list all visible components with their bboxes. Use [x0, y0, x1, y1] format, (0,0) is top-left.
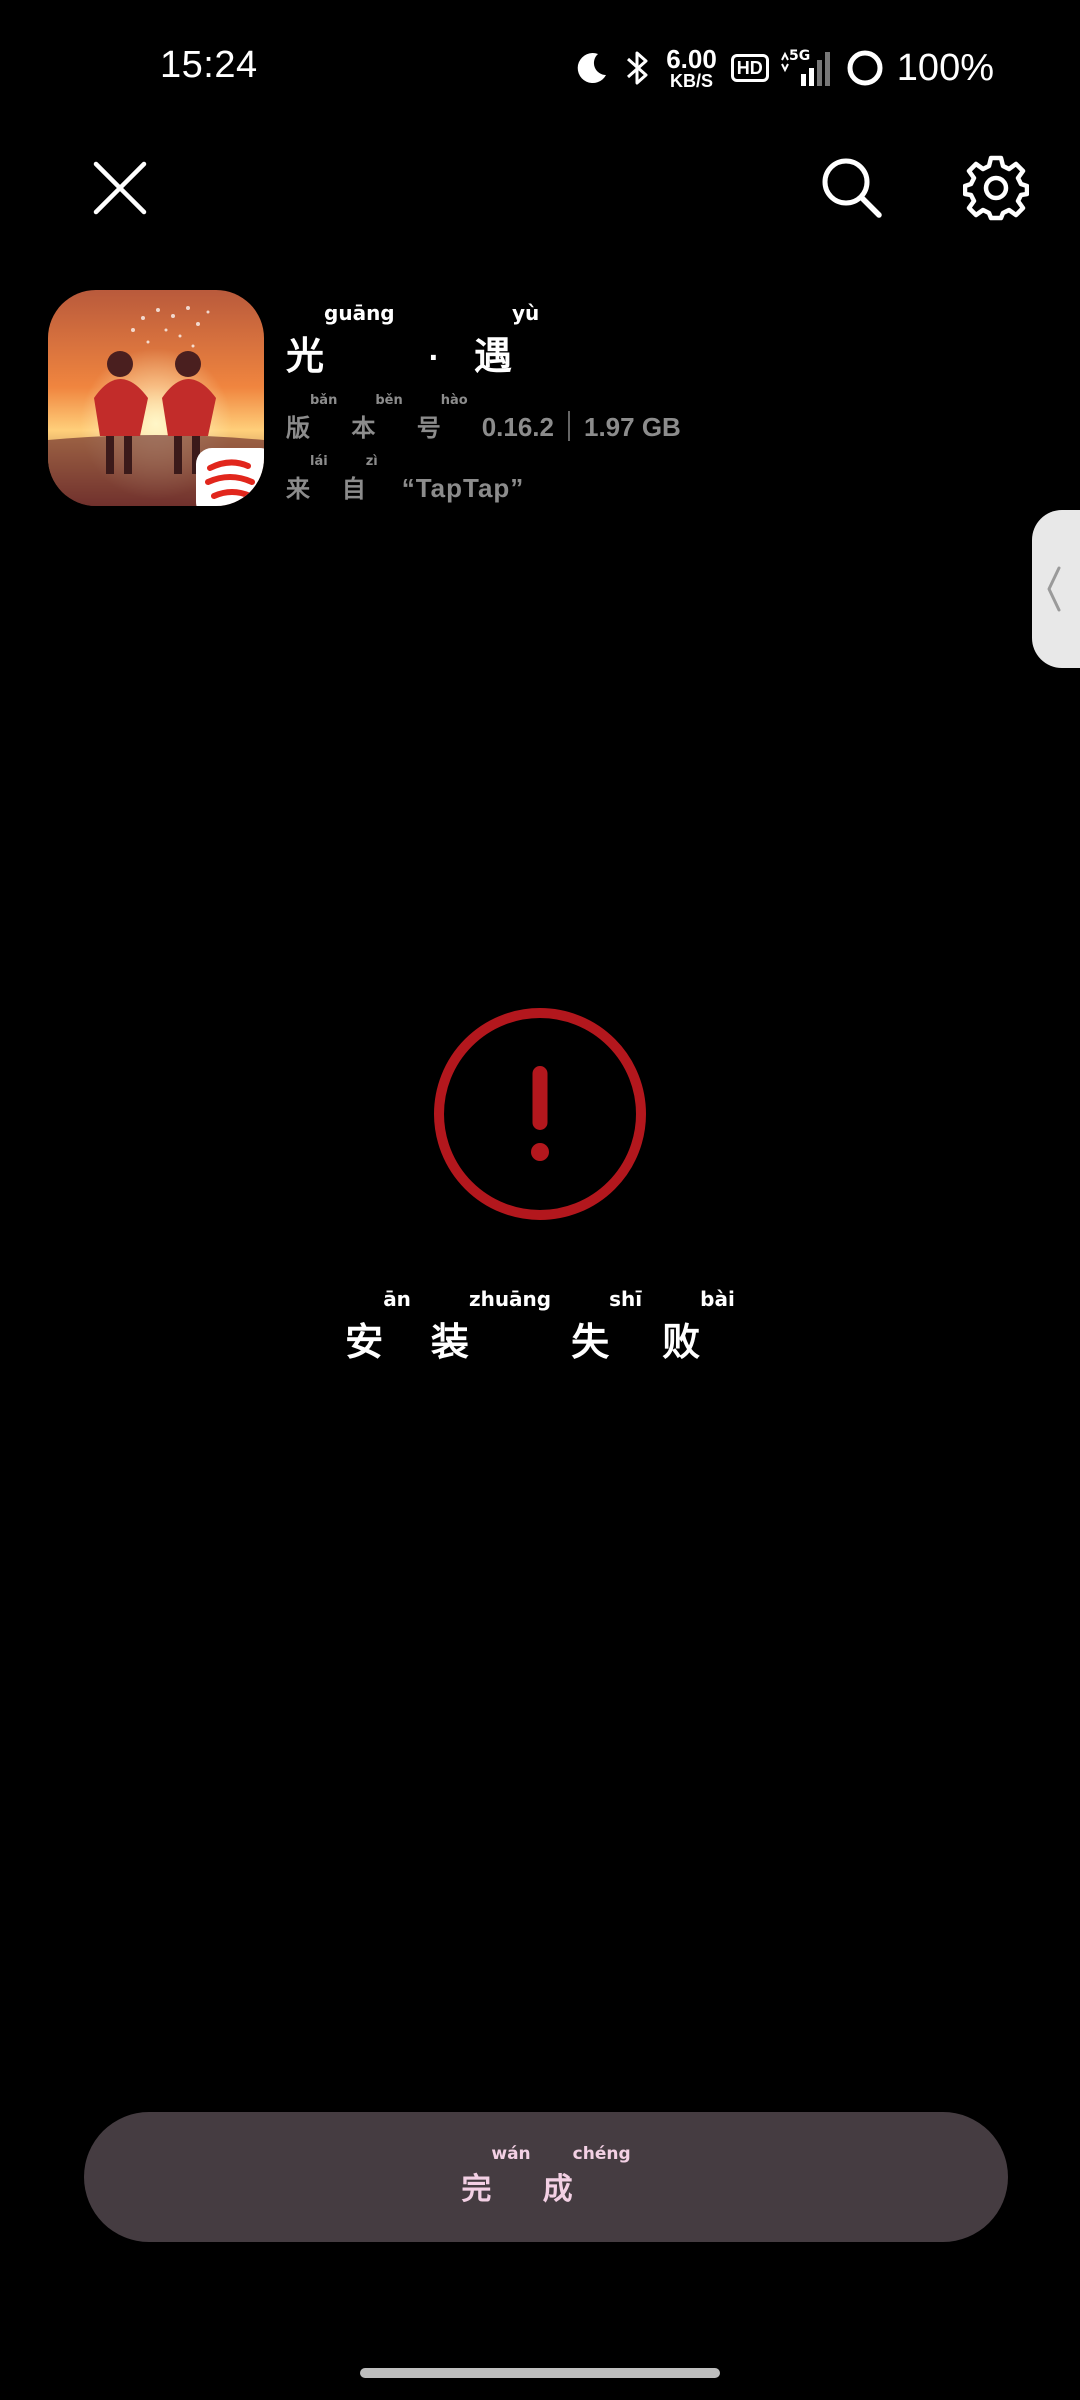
moon-icon	[572, 48, 612, 88]
meta-divider	[568, 411, 570, 441]
app-icon	[48, 290, 264, 506]
hd-badge: HD	[730, 54, 769, 82]
app-name-char: 遇yù	[473, 301, 540, 378]
message-char: 败bài	[662, 1287, 735, 1364]
side-panel-handle[interactable]	[1032, 510, 1080, 668]
app-version: 0.16.2	[481, 412, 554, 442]
battery-percent: 100%	[896, 46, 994, 89]
network-speed: 6.00 KB/S	[666, 46, 717, 90]
message-char: 安ān	[345, 1287, 411, 1364]
message-char: 装zhuāng	[430, 1287, 552, 1364]
status-time: 15:24	[160, 44, 258, 86]
app-info: 光guāng · 遇yù 版bǎn 本běn 号hào 0.16.2 1.97 …	[286, 301, 681, 504]
done-button[interactable]: 完wán 成chéng	[84, 2112, 1008, 2242]
app-version-line: 版bǎn 本běn 号hào 0.16.2 1.97 GB	[286, 393, 681, 443]
install-failed-message: 安ān 装zhuāng 失shī 败bài	[0, 1287, 1080, 1366]
signal-icon: 5G	[779, 46, 835, 90]
app-name-char: 光guāng	[286, 301, 395, 378]
source-label-char: 来lái	[286, 454, 328, 503]
message-char: 失shī	[571, 1287, 643, 1364]
network-type-label: 5G	[789, 48, 810, 64]
bluetooth-icon	[622, 47, 652, 89]
app-name: 光guāng · 遇yù	[286, 301, 681, 380]
app-name-separator: ·	[428, 339, 440, 377]
source-label-char: 自zì	[341, 454, 378, 503]
app-source-line: 来lái 自zì “TapTap”	[286, 454, 681, 504]
done-label-char: 成chéng	[542, 2144, 631, 2206]
app-source: “TapTap”	[401, 473, 525, 503]
close-icon	[93, 161, 147, 215]
chevron-left-icon	[1047, 566, 1061, 612]
status-icons: 6.00 KB/S HD 5G 100%	[572, 38, 994, 98]
version-label-char: 本běn	[351, 393, 403, 442]
search-icon	[822, 158, 882, 218]
network-speed-value: 6.00	[666, 44, 717, 74]
home-indicator[interactable]	[360, 2368, 720, 2378]
version-label-char: 版bǎn	[286, 393, 338, 442]
settings-button[interactable]	[956, 148, 1036, 228]
exclamation-circle-icon	[430, 1004, 650, 1224]
done-label-char: 完wán	[461, 2144, 531, 2206]
version-label-char: 号hào	[416, 393, 468, 442]
network-speed-unit: KB/S	[669, 71, 713, 91]
battery-icon	[845, 48, 885, 88]
gear-icon	[963, 155, 1029, 221]
close-button[interactable]	[80, 148, 160, 228]
search-button[interactable]	[812, 148, 892, 228]
app-size: 1.97 GB	[584, 412, 681, 442]
status-bar: 15:24 6.00 KB/S HD 5G 100%	[0, 0, 1080, 140]
